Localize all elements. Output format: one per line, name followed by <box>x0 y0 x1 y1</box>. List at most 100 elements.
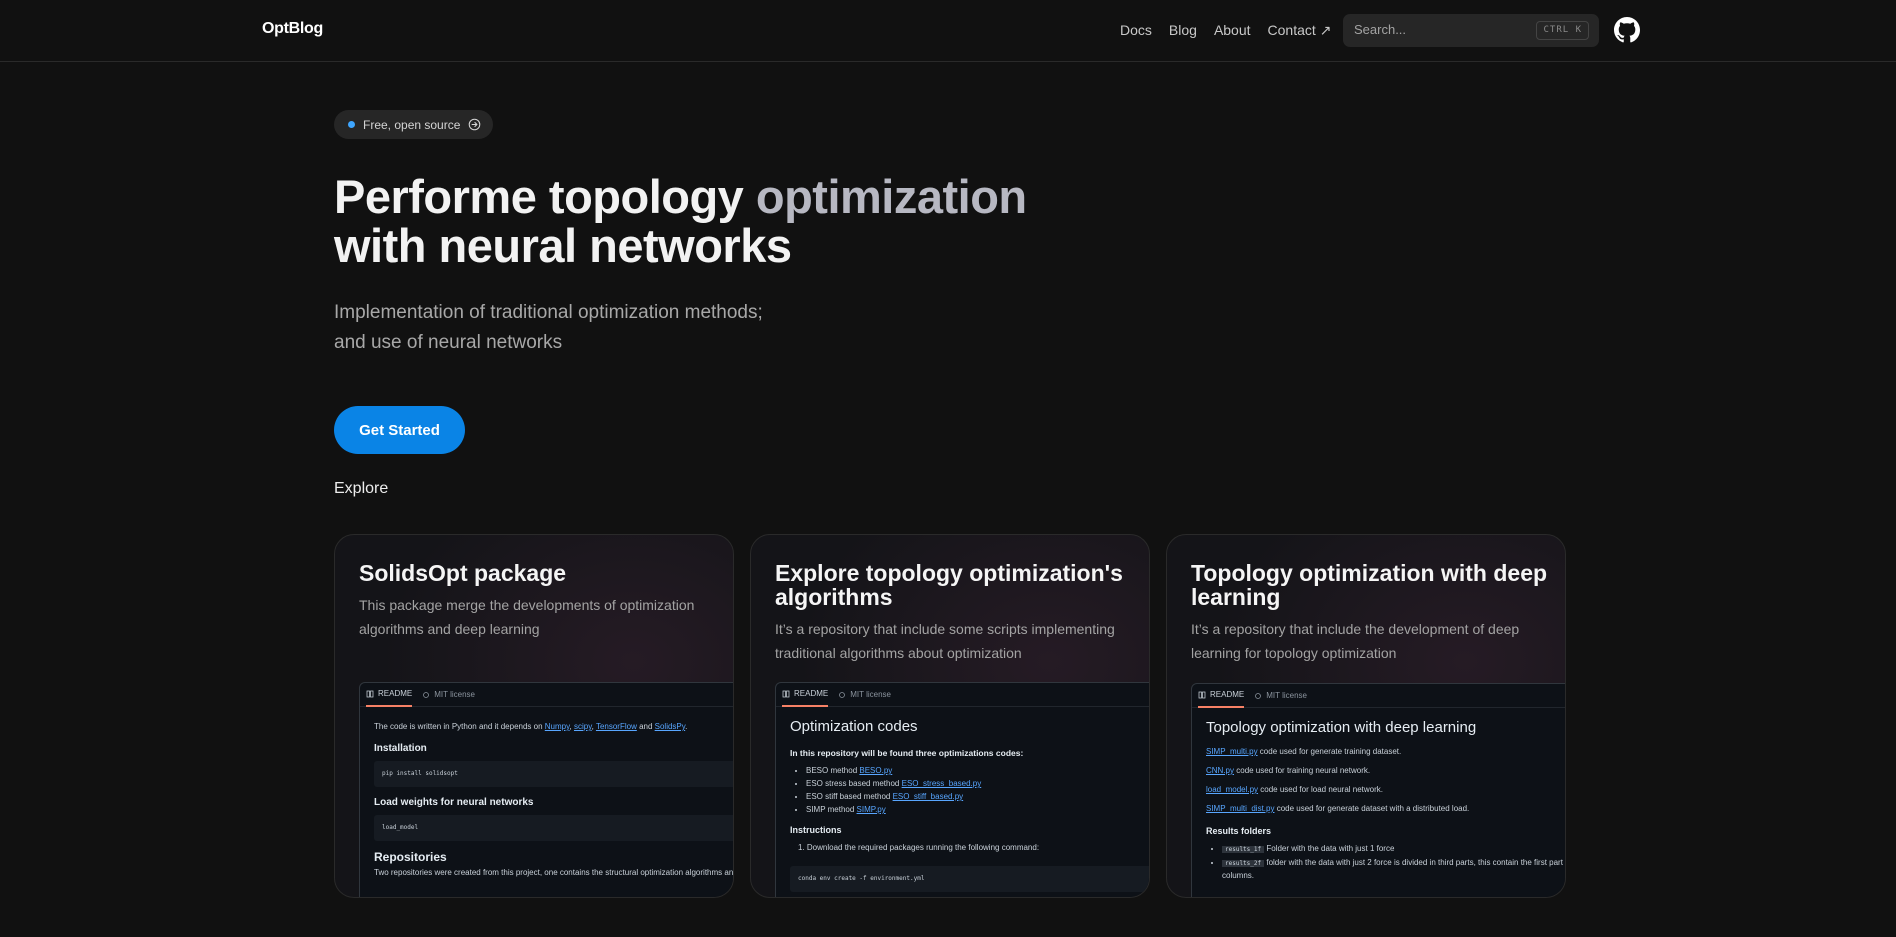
readme-heading-weights: Load weights for neural networks <box>374 797 534 808</box>
search-input[interactable]: Search... CTRL K <box>1343 14 1599 47</box>
tab-license: MIT license <box>838 683 891 707</box>
github-icon[interactable] <box>1614 17 1640 43</box>
code-load-model: load_model <box>374 815 733 841</box>
method-link: BESO.py <box>859 766 893 775</box>
top-navbar: OptBlog Docs Blog About Contact ↗ Search… <box>0 0 1896 62</box>
arrow-circle-right-icon <box>469 118 481 131</box>
link-numpy: Numpy <box>544 722 570 731</box>
book-icon <box>782 690 790 697</box>
file-desc: code used for generate dataset with a di… <box>1274 804 1470 813</box>
link-tensorflow: TensorFlow <box>595 722 637 731</box>
card-solidsopt-package[interactable]: SolidsOpt package This package merge the… <box>334 534 734 898</box>
readme-intro: In this repository will be found three o… <box>790 748 1024 758</box>
nav-link-blog[interactable]: Blog <box>1169 22 1197 39</box>
readme-body: Topology optimization with deep learning… <box>1192 708 1566 897</box>
book-icon <box>1198 691 1206 698</box>
file-desc: code used for training neural network. <box>1234 766 1371 775</box>
list-item: results_2f folder with the data with jus… <box>1222 857 1566 882</box>
readme-preview: README MIT license Topology optimization… <box>1191 683 1566 897</box>
readme-tabs: README MIT license <box>776 683 1149 707</box>
tab-readme-label: README <box>1210 690 1245 699</box>
methods-list: BESO method BESO.py ESO stress based met… <box>790 765 1149 816</box>
readme-preview: README MIT license Optimization codes In… <box>775 682 1149 897</box>
list-item: ESO stress based method ESO_stress_based… <box>806 778 1149 790</box>
file-line: load_model.py code used for load neural … <box>1206 784 1565 796</box>
file-desc: code used for load neural network. <box>1258 785 1384 794</box>
list-item: ESO stiff based method ESO_stiff_based.p… <box>806 791 1149 803</box>
card-description: It’s a repository that include some scri… <box>775 621 1115 661</box>
results-list: results_1f Folder with the data with jus… <box>1206 843 1566 882</box>
tab-license-label: MIT license <box>434 690 475 699</box>
folder-code: results_1f <box>1222 846 1265 853</box>
hero-subtitle: Implementation of traditional optimizati… <box>334 298 894 358</box>
file-desc: code used for generate training dataset. <box>1257 747 1402 756</box>
nav-link-docs[interactable]: Docs <box>1120 22 1152 39</box>
folder-code: results_2f <box>1222 860 1265 867</box>
repositories-text: Two repositories were created from this … <box>374 868 734 877</box>
intro-text: The code is written in Python and it dep… <box>374 722 545 731</box>
readme-heading-repositories: Repositories <box>374 850 447 864</box>
code-install: pip install solidsopt <box>374 761 733 787</box>
code-conda: conda env create -f environment.yml <box>790 866 1149 892</box>
scale-icon <box>423 691 430 698</box>
hero-title-part2: optimization <box>755 170 1027 223</box>
open-source-badge[interactable]: Free, open source <box>334 110 494 139</box>
card-explore-algorithms[interactable]: Explore topology optimization's algorith… <box>750 534 1150 898</box>
file-link: load_model.py <box>1206 785 1259 794</box>
file-line: SIMP_multi.py code used for generate tra… <box>1206 746 1565 758</box>
method-label: ESO stiff based method <box>806 792 893 801</box>
tab-readme-label: README <box>794 689 829 698</box>
readme-body: Optimization codes In this repository wi… <box>776 707 1149 897</box>
status-dot-icon <box>348 121 355 128</box>
method-link: SIMP.py <box>856 805 886 814</box>
tab-readme: README <box>366 683 413 707</box>
card-description: This package merge the developments of o… <box>359 597 695 637</box>
hero-subtitle-line1: Implementation of traditional optimizati… <box>334 302 763 323</box>
folder-desc: folder with the data with just 2 force i… <box>1222 858 1566 880</box>
card-description: It’s a repository that include the devel… <box>1191 621 1520 661</box>
method-link: ESO_stiff_based.py <box>892 792 964 801</box>
list-item: SIMP method SIMP.py <box>806 804 1149 816</box>
readme-heading-installation: Installation <box>374 743 427 754</box>
readme-heading-results: Results folders <box>1206 826 1272 836</box>
scale-icon <box>839 691 846 698</box>
scale-icon <box>1255 692 1262 699</box>
folder-desc: Folder with the data with just 1 force <box>1264 844 1395 853</box>
nav-link-contact[interactable]: Contact ↗ <box>1268 22 1332 39</box>
file-link: SIMP_multi.py <box>1206 747 1258 756</box>
site-logo[interactable]: OptBlog <box>262 20 323 38</box>
readme-tabs: README MIT license <box>1192 684 1565 708</box>
hero-title: Performe topology optimization with neura… <box>334 172 1154 270</box>
link-solidspy: SolidsPy <box>654 722 686 731</box>
method-label: BESO method <box>806 766 860 775</box>
search-shortcut-badge: CTRL K <box>1536 21 1589 40</box>
readme-title: Optimization codes <box>790 718 918 735</box>
hero-subtitle-line2: and use of neural networks <box>334 332 563 353</box>
card-deep-learning[interactable]: Topology optimization with deep learning… <box>1166 534 1566 898</box>
card-title: SolidsOpt package <box>359 560 567 586</box>
get-started-button[interactable]: Get Started <box>334 406 465 454</box>
readme-title: Topology optimization with deep learning <box>1206 719 1477 736</box>
tab-readme-label: README <box>378 689 413 698</box>
hero-title-part3: with neural networks <box>334 219 792 272</box>
file-line: CNN.py code used for training neural net… <box>1206 765 1565 777</box>
tab-readme: README <box>1198 684 1245 708</box>
tab-license-label: MIT license <box>1266 691 1307 700</box>
nav-links: Docs Blog About Contact ↗ <box>1120 22 1331 39</box>
file-link: CNN.py <box>1206 766 1235 775</box>
tab-license-label: MIT license <box>850 690 891 699</box>
file-link: SIMP_multi_dist.py <box>1206 804 1275 813</box>
method-label: SIMP method <box>806 805 857 814</box>
readme-body: The code is written in Python and it dep… <box>360 707 734 887</box>
nav-link-about[interactable]: About <box>1214 22 1251 39</box>
list-item: results_1f Folder with the data with jus… <box>1222 843 1565 856</box>
step-text: Download the required packages running t… <box>806 843 1040 852</box>
tab-license: MIT license <box>422 683 475 707</box>
instruction-step: 1. Download the required packages runnin… <box>798 843 1040 852</box>
list-item: BESO method BESO.py <box>806 765 1149 777</box>
readme-heading-instructions: Instructions <box>790 825 842 835</box>
badge-label: Free, open source <box>363 117 461 132</box>
card-title: Explore topology optimization's algorith… <box>775 560 1123 610</box>
tab-license: MIT license <box>1254 684 1307 708</box>
tab-readme: README <box>782 683 829 707</box>
